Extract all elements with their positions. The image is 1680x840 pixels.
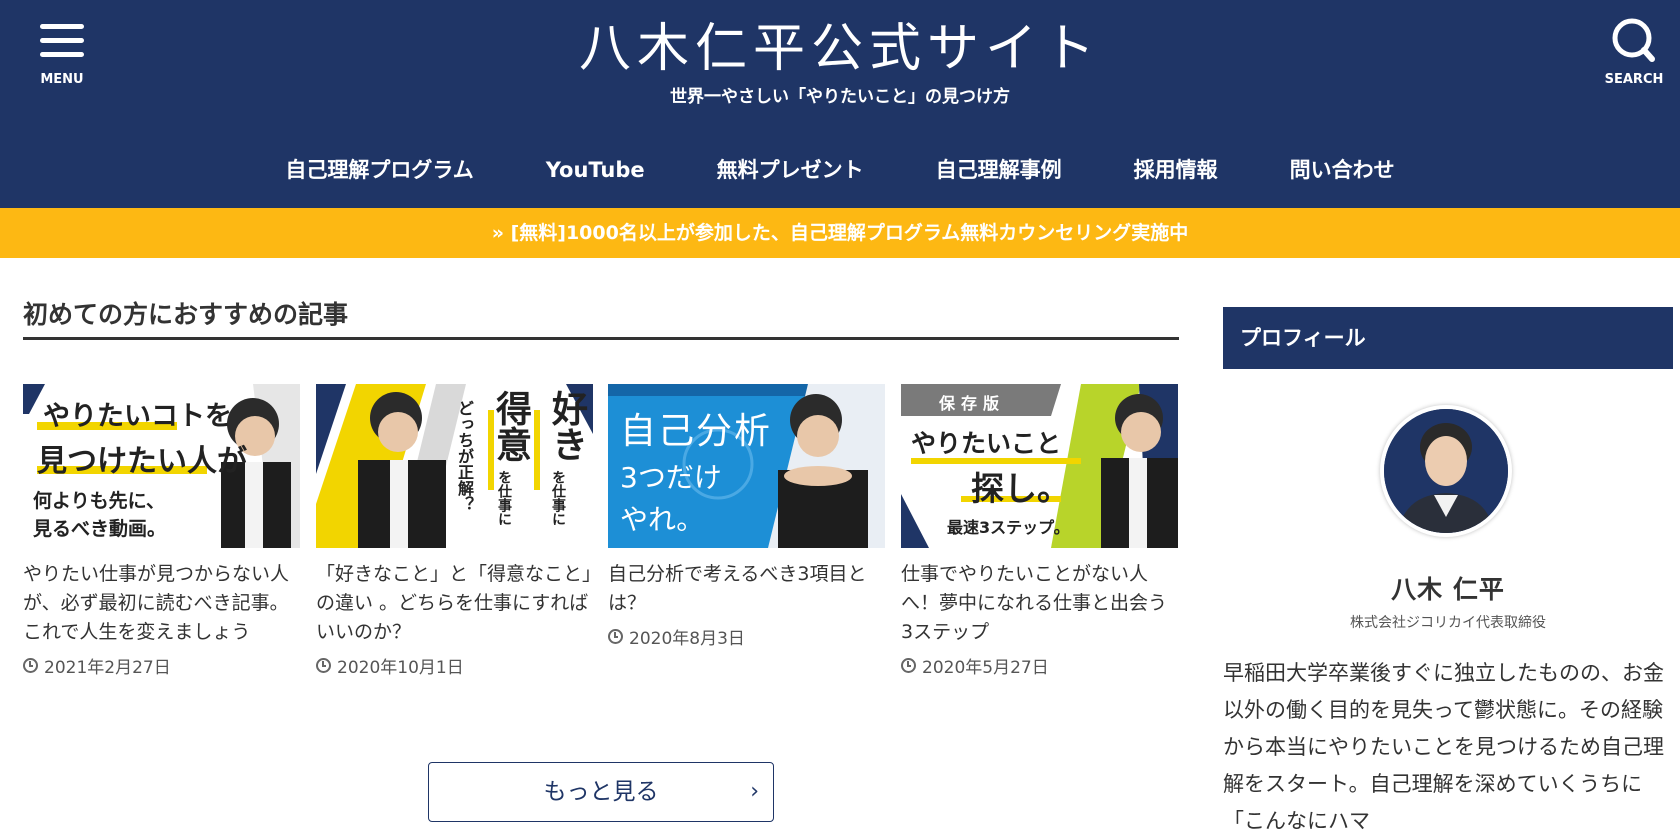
- clock-icon: [316, 658, 331, 673]
- thumb-text: 自己分析: [620, 411, 773, 452]
- main-content: 初めての方におすすめの記事 やりたいコトを 見つけたい人が 何よりも先に、 見る…: [23, 290, 1179, 822]
- article-card[interactable]: 自己分析 3つだけ やれ。 自己分析で考えるべき3項目とは？ 2020年8月3日: [608, 384, 885, 649]
- profile-name: 八木 仁平: [1391, 575, 1505, 604]
- profile-role: 株式会社ジコリカイ代表取締役: [1350, 615, 1546, 631]
- thumb-text: 3つだけ: [620, 461, 722, 494]
- article-date: 2021年2月27日: [23, 653, 300, 678]
- clock-icon: [608, 629, 623, 644]
- nav-item-present[interactable]: 無料プレゼント: [681, 150, 900, 190]
- global-nav: 自己理解プログラム YouTube 無料プレゼント 自己理解事例 採用情報 問い…: [0, 150, 1680, 190]
- thumb-text: どっちが正解？: [455, 400, 474, 512]
- menu-label: MENU: [40, 72, 84, 87]
- thumb-text: 見つけたい人が: [37, 444, 247, 479]
- hamburger-icon: [40, 24, 84, 29]
- clock-icon: [23, 658, 38, 673]
- thumb-text: やりたいこと: [911, 429, 1062, 458]
- thumb-text: 探し。: [971, 469, 1070, 508]
- clock-icon: [901, 658, 916, 673]
- chevron-right-icon: ›: [750, 779, 759, 804]
- article-thumbnail: 好き を仕事に 得意 を仕事に どっちが正解？: [316, 384, 593, 548]
- article-date: 2020年5月27日: [901, 653, 1178, 678]
- thumb-text: やれ。: [620, 503, 705, 536]
- more-button-label: もっと見る: [543, 779, 659, 805]
- profile-heading: プロフィール: [1223, 307, 1673, 369]
- nav-item-contact[interactable]: 問い合わせ: [1254, 150, 1431, 190]
- site-title[interactable]: 八木仁平公式サイト: [560, 6, 1120, 81]
- profile-bio: 早稲田大学卒業後すぐに独立したものの、お金以外の働く目的を見失って鬱状態に。その…: [1223, 661, 1664, 833]
- thumb-text: 最速3ステップ。: [947, 518, 1070, 537]
- article-thumbnail: 自己分析 3つだけ やれ。: [608, 384, 885, 548]
- notice-banner[interactable]: » [無料]1000名以上が参加した、自己理解プログラム無料カウンセリング実施中: [0, 208, 1680, 258]
- date-text: 2021年2月27日: [44, 658, 171, 678]
- article-card[interactable]: 好き を仕事に 得意 を仕事に どっちが正解？ 「好きなこと」と「得意なこと」の…: [316, 384, 593, 678]
- site-tagline: 世界一やさしい「やりたいこと」の見つけ方: [670, 87, 1010, 107]
- article-title[interactable]: 自己分析で考えるべき3項目とは？: [608, 560, 885, 618]
- site-header: MENU 八木仁平公式サイト 世界一やさしい「やりたいこと」の見つけ方 SEAR…: [0, 0, 1680, 208]
- article-title[interactable]: やりたい仕事が見つからない人が、必ず最初に読むべき記事。これで人生を変えましょう: [23, 560, 300, 647]
- article-thumbnail: やりたいコトを 見つけたい人が 何よりも先に、 見るべき動画。: [23, 384, 300, 548]
- article-date: 2020年8月3日: [608, 624, 885, 649]
- article-title[interactable]: 「好きなこと」と「得意なこと」の違い 。どちらを仕事にすればいいのか？: [316, 560, 593, 647]
- article-date: 2020年10月1日: [316, 653, 593, 678]
- date-text: 2020年8月3日: [629, 629, 745, 649]
- date-text: 2020年5月27日: [922, 658, 1049, 678]
- sidebar-profile: プロフィール 八木 仁平 株式会社ジコリカイ代表取締役 早稲田大学卒業後すぐに独…: [1223, 307, 1673, 833]
- thumb-text: 何よりも先に、: [33, 490, 166, 512]
- nav-item-cases[interactable]: 自己理解事例: [900, 150, 1098, 190]
- search-button[interactable]: SEARCH: [1596, 16, 1672, 92]
- article-card[interactable]: やりたいコトを 見つけたい人が 何よりも先に、 見るべき動画。 やりたい仕事が見…: [23, 384, 300, 678]
- thumb-text: やりたいコトを: [43, 401, 232, 432]
- menu-button[interactable]: MENU: [34, 18, 90, 90]
- nav-item-program[interactable]: 自己理解プログラム: [249, 150, 509, 190]
- date-text: 2020年10月1日: [337, 658, 464, 678]
- article-card[interactable]: 保存版 やりたいこと 探し。 最速3ステップ。 仕事でやりたいことがない人へ！夢…: [901, 384, 1178, 678]
- search-icon: [1612, 18, 1655, 62]
- hamburger-icon-bar: [40, 38, 84, 43]
- thumb-text: を仕事に: [496, 470, 512, 526]
- section-title: 初めての方におすすめの記事: [23, 290, 1179, 340]
- nav-item-youtube[interactable]: YouTube: [510, 150, 681, 190]
- thumb-text: 得意: [490, 390, 531, 462]
- thumb-text: 見るべき動画。: [33, 518, 167, 540]
- article-title[interactable]: 仕事でやりたいことがない人へ！夢中になれる仕事と出会う3ステップ: [901, 560, 1178, 647]
- thumb-text: 保存版: [939, 394, 1006, 413]
- more-button[interactable]: もっと見る ›: [428, 762, 774, 822]
- thumb-text: を仕事に: [550, 470, 566, 526]
- article-thumbnail: 保存版 やりたいこと 探し。 最速3ステップ。: [901, 384, 1178, 548]
- search-label: SEARCH: [1604, 72, 1664, 87]
- article-list: やりたいコトを 見つけたい人が 何よりも先に、 見るべき動画。 やりたい仕事が見…: [23, 384, 1179, 714]
- nav-item-recruit[interactable]: 採用情報: [1098, 150, 1254, 190]
- avatar: [1380, 405, 1512, 537]
- hamburger-icon-bar: [40, 52, 84, 57]
- thumb-text: 好き: [546, 390, 587, 462]
